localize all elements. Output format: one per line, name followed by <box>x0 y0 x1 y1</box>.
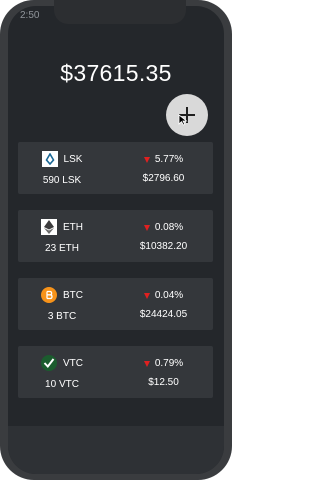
mouse-cursor-icon <box>178 114 188 126</box>
coin-symbol: VTC <box>63 357 83 369</box>
price-change: 0.08% <box>114 222 213 233</box>
coin-symbol: BTC <box>63 289 83 301</box>
coin-market: 5.77% $2796.60 <box>114 142 213 194</box>
coin-symbol: ETH <box>63 221 83 233</box>
coin-card-eth[interactable]: ETH 23 ETH 0.08% $10382.20 <box>18 210 213 262</box>
bottom-area <box>8 426 224 474</box>
change-percent: 0.04% <box>154 290 184 301</box>
coin-value: $24424.05 <box>139 309 188 320</box>
vertcoin-icon <box>41 355 57 371</box>
coin-market: 0.04% $24424.05 <box>114 278 213 330</box>
coin-header: LSK <box>18 150 106 168</box>
coin-market: 0.08% $10382.20 <box>114 210 213 262</box>
coin-value: $2796.60 <box>142 173 185 184</box>
coin-card-btc[interactable]: BTC 3 BTC 0.04% $24424.05 <box>18 278 213 330</box>
change-percent: 0.79% <box>154 358 184 369</box>
coin-header: ETH <box>18 218 106 236</box>
device-notch <box>54 0 186 24</box>
price-change: 0.79% <box>114 358 213 369</box>
coin-amount: 23 ETH <box>45 243 79 254</box>
lisk-icon <box>41 151 58 167</box>
price-change: 5.77% <box>114 154 213 165</box>
coin-info: LSK 590 LSK <box>18 142 106 194</box>
coin-info: BTC 3 BTC <box>18 278 106 330</box>
down-arrow-icon <box>143 292 150 299</box>
coin-amount: 3 BTC <box>47 311 77 322</box>
ethereum-icon <box>41 219 57 235</box>
status-time: 2:50 <box>20 10 40 21</box>
coin-value: $12.50 <box>148 377 179 388</box>
coin-amount: 10 VTC <box>45 379 79 390</box>
down-arrow-icon <box>143 224 150 231</box>
change-percent: 0.08% <box>154 222 184 233</box>
coin-market: 0.79% $12.50 <box>114 346 213 398</box>
down-arrow-icon <box>143 156 150 163</box>
device-frame: 2:50 $37615.35 LSK 590 LSK 5.77% $2796.6… <box>0 0 232 480</box>
coin-card-lsk[interactable]: LSK 590 LSK 5.77% $2796.60 <box>18 142 213 194</box>
coin-header: BTC <box>18 286 106 304</box>
coin-card-vtc[interactable]: VTC 10 VTC 0.79% $12.50 <box>18 346 213 398</box>
portfolio-total: $37615.35 <box>60 60 172 86</box>
coin-amount: 590 LSK <box>42 175 82 186</box>
bitcoin-icon <box>41 287 57 303</box>
down-arrow-icon <box>143 360 150 367</box>
price-change: 0.04% <box>114 290 213 301</box>
coin-header: VTC <box>18 354 106 372</box>
coin-info: VTC 10 VTC <box>18 346 106 398</box>
coin-value: $10382.20 <box>139 241 188 252</box>
coin-symbol: LSK <box>63 153 83 165</box>
coin-info: ETH 23 ETH <box>18 210 106 262</box>
change-percent: 5.77% <box>154 154 184 165</box>
